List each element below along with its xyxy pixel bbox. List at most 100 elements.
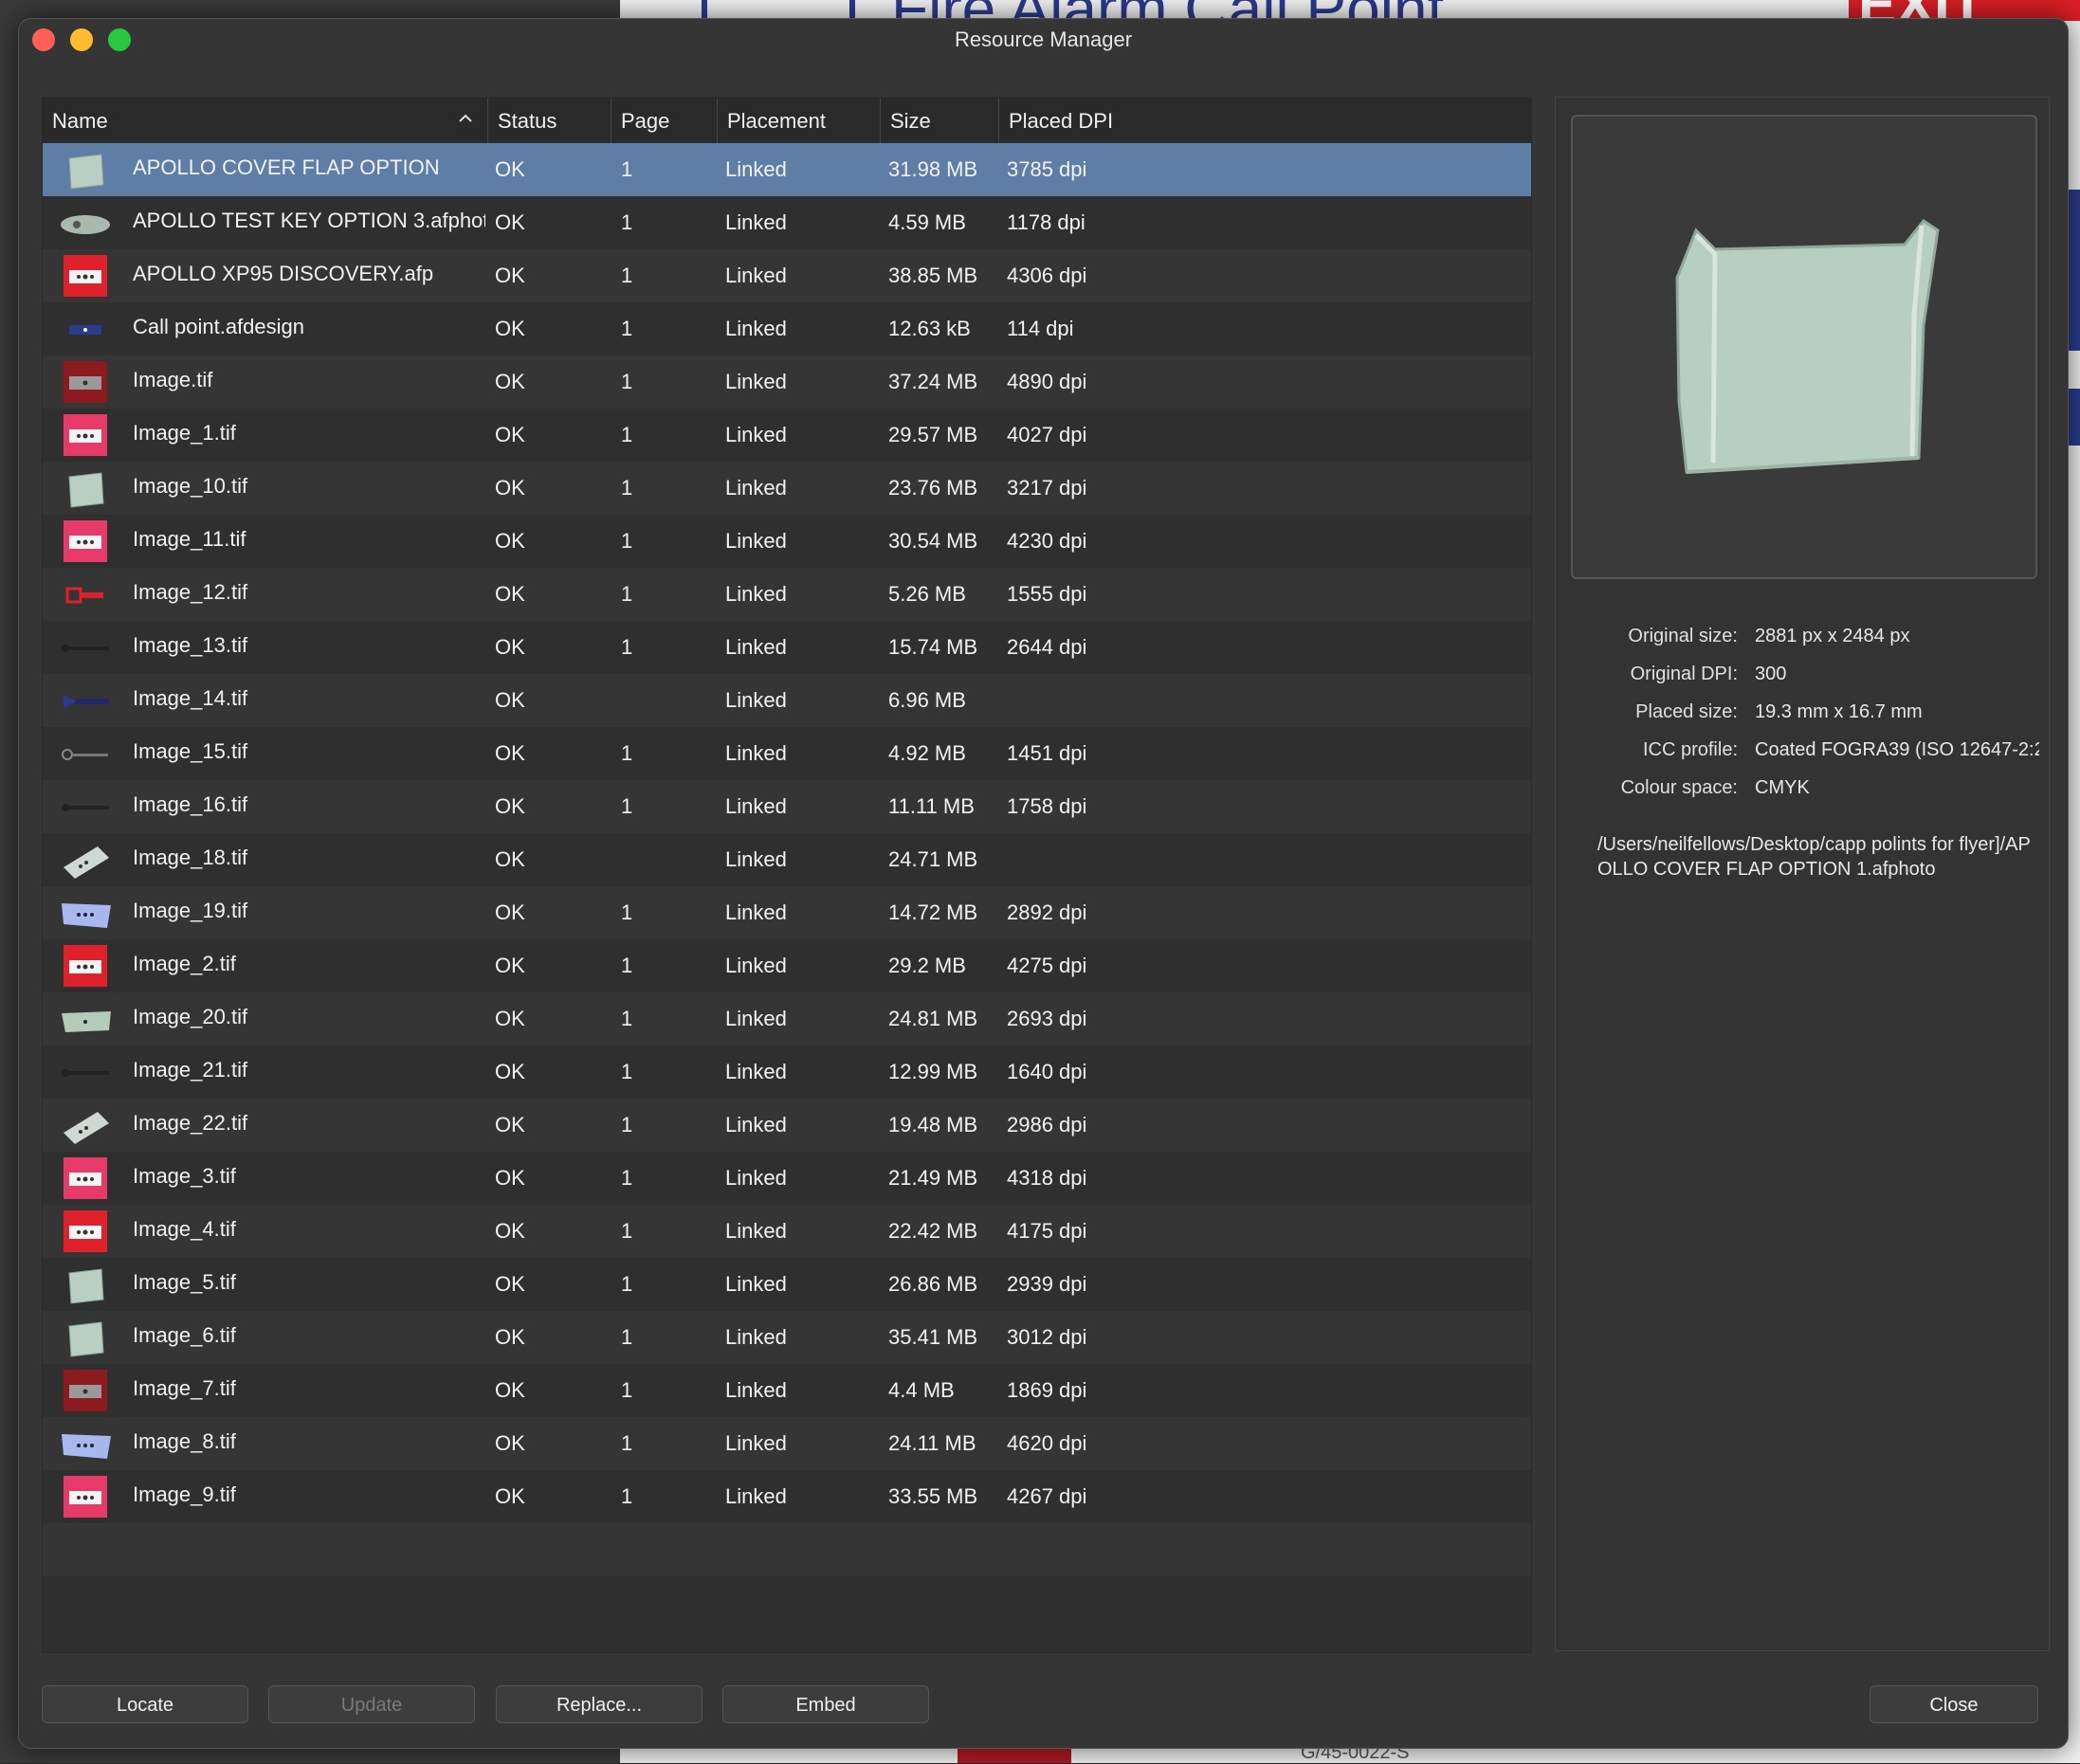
cell-placement: Linked [725, 370, 787, 393]
table-row[interactable]: APOLLO XP95 DISCOVERY.afp OK 1 Linked 38.85 … [43, 249, 1531, 302]
cell-status: OK [495, 370, 525, 393]
cell-size: 38.85 MB [888, 264, 978, 287]
colour-space-value: CMYK [1755, 777, 1810, 798]
cell-placed-dpi: 4267 dpi [1007, 1484, 1087, 1508]
column-header-placement[interactable]: Placement [718, 98, 881, 143]
preview-panel: Original size: 2881 px x 2484 px Origina… [1555, 97, 2050, 1651]
column-header-status[interactable]: Status [488, 98, 611, 143]
cell-size: 37.24 MB [888, 370, 978, 393]
column-header-name[interactable]: Name [43, 98, 488, 143]
cell-name: Image_16.tif [133, 792, 248, 816]
table-row[interactable]: APOLLO TEST KEY OPTION 3.afphoto OK 1 Linke… [43, 196, 1531, 249]
cell-placed-dpi: 2644 dpi [1007, 635, 1087, 659]
cell-placed-dpi: 1758 dpi [1007, 794, 1087, 818]
replace-button[interactable]: Replace... [496, 1685, 702, 1723]
cell-placed-dpi [1007, 833, 1196, 886]
cell-placement: Linked [725, 954, 787, 977]
locate-button[interactable]: Locate [42, 1685, 248, 1723]
background-blue-strip [2067, 389, 2080, 446]
cell-size: 29.2 MB [888, 954, 966, 977]
cell-placed-dpi: 3012 dpi [1007, 1325, 1087, 1349]
cell-size: 5.26 MB [888, 582, 966, 606]
red-thumbnail-icon [64, 1210, 107, 1252]
table-row[interactable]: Call point.afdesign OK 1 Linked 12.63 kB 114 … [43, 302, 1531, 355]
cell-status: OK [495, 1272, 525, 1296]
table-row[interactable]: APOLLO COVER FLAP OPTION OK 1 Linked 31.98 M… [43, 143, 1531, 196]
table-row[interactable]: Image_5.tif OK 1 Linked 26.86 MB 2939 dpi [43, 1258, 1531, 1311]
cell-placed-dpi: 4230 dpi [1007, 529, 1087, 553]
table-row[interactable]: Image_12.tif OK 1 Linked 5.26 MB 1555 dpi [43, 568, 1531, 621]
table-row[interactable]: Image_9.tif OK 1 Linked 33.55 MB 4267 dpi [43, 1470, 1531, 1523]
table-row[interactable]: Image_7.tif OK 1 Linked 4.4 MB 1869 dpi [43, 1364, 1531, 1417]
cell-placed-dpi: 4620 dpi [1007, 1431, 1087, 1455]
table-row[interactable]: Image_20.tif OK 1 Linked 24.81 MB 2693 dpi [43, 992, 1531, 1046]
table-row[interactable]: Image_3.tif OK 1 Linked 21.49 MB 4318 dpi [43, 1152, 1531, 1205]
cell-name: Image.tif [133, 368, 213, 391]
icc-profile-label: ICC profile: [1642, 739, 1738, 760]
cell-page: 1 [621, 582, 633, 606]
table-row[interactable]: Image_6.tif OK 1 Linked 35.41 MB 3012 dpi [43, 1311, 1531, 1364]
cell-placement: Linked [725, 1431, 787, 1455]
greykey-thumbnail-icon [62, 749, 108, 760]
table-row[interactable]: Image_22.tif OK 1 Linked 19.48 MB 2986 dpi [43, 1099, 1531, 1152]
cell-name: Image_6.tif [133, 1323, 236, 1347]
cell-size: 35.41 MB [888, 1325, 978, 1349]
embed-button[interactable]: Embed [722, 1685, 929, 1723]
table-row[interactable]: Image_8.tif OK 1 Linked 24.11 MB 4620 dpi [43, 1417, 1531, 1470]
cell-status: OK [495, 264, 525, 287]
cell-page: 1 [621, 423, 633, 446]
update-button[interactable]: Update [268, 1685, 475, 1723]
table-row[interactable]: Image_18.tif OK Linked 24.71 MB [43, 833, 1531, 886]
cell-placement: Linked [725, 1060, 787, 1083]
cell-page: 1 [621, 1166, 633, 1190]
column-header-placed-dpi[interactable]: Placed DPI [999, 98, 1530, 143]
cell-status: OK [495, 476, 525, 500]
cell-placed-dpi: 4318 dpi [1007, 1166, 1087, 1190]
darkkey-thumbnail-icon [62, 804, 109, 811]
icc-profile-value: Coated FOGRA39 (ISO 12647-2:2004) [1755, 739, 2039, 760]
sort-ascending-icon [459, 114, 472, 122]
table-row[interactable]: Image_19.tif OK 1 Linked 14.72 MB 2892 dpi [43, 886, 1531, 939]
close-button[interactable]: Close [1870, 1685, 2038, 1723]
cell-size: 12.99 MB [888, 1060, 978, 1083]
table-row[interactable]: Image_14.tif OK Linked 6.96 MB [43, 674, 1531, 727]
darkkey-thumbnail-icon [62, 1069, 109, 1077]
key-thumbnail-icon [61, 215, 110, 234]
cell-name: Image_22.tif [133, 1111, 248, 1135]
table-row[interactable]: Image_4.tif OK 1 Linked 22.42 MB 4175 dpi [43, 1205, 1531, 1258]
cell-placed-dpi: 4890 dpi [1007, 370, 1087, 393]
pink-thumbnail-icon [64, 414, 107, 456]
cell-placement: Linked [725, 1007, 787, 1030]
cell-page: 1 [621, 1431, 633, 1455]
cell-size: 19.48 MB [888, 1113, 978, 1137]
cell-status: OK [495, 1431, 525, 1455]
table-row[interactable]: Image_15.tif OK 1 Linked 4.92 MB 1451 dpi [43, 727, 1531, 780]
table-row[interactable]: Image_1.tif OK 1 Linked 29.57 MB 4027 dpi [43, 409, 1531, 462]
column-header-page[interactable]: Page [611, 98, 718, 143]
original-size-label: Original size: [1628, 626, 1738, 646]
cell-placement: Linked [725, 1484, 787, 1508]
cell-placed-dpi: 4027 dpi [1007, 423, 1087, 446]
table-row[interactable]: Image_13.tif OK 1 Linked 15.74 MB 2644 dpi [43, 621, 1531, 674]
cell-page: 1 [621, 635, 633, 659]
column-header-size[interactable]: Size [881, 98, 999, 143]
table-row[interactable]: Image_10.tif OK 1 Linked 23.76 MB 3217 dpi [43, 462, 1531, 515]
cell-name: Image_18.tif [133, 846, 248, 869]
table-row[interactable]: Image_2.tif OK 1 Linked 29.2 MB 4275 dpi [43, 939, 1531, 992]
cell-name: Image_19.tif [133, 899, 248, 922]
table-row[interactable]: Image_21.tif OK 1 Linked 12.99 MB 1640 dpi [43, 1046, 1531, 1099]
cell-placement: Linked [725, 157, 787, 181]
cell-status: OK [495, 1113, 525, 1137]
cell-status: OK [495, 529, 525, 553]
cell-placed-dpi: 114 dpi [1007, 317, 1074, 340]
cell-name: Image_5.tif [133, 1270, 236, 1294]
table-row[interactable]: Image_11.tif OK 1 Linked 30.54 MB 4230 dpi [43, 515, 1531, 568]
cell-size: 22.42 MB [888, 1219, 978, 1243]
table-row[interactable]: Image.tif OK 1 Linked 37.24 MB 4890 dpi [43, 355, 1531, 409]
cell-name: Image_1.tif [133, 421, 236, 445]
table-row[interactable]: Image_16.tif OK 1 Linked 11.11 MB 1758 dpi [43, 780, 1531, 833]
greencard-thumbnail-icon [62, 1011, 111, 1032]
bluekey-thumbnail-icon [64, 695, 109, 708]
cell-name: APOLLO COVER FLAP OPTION [133, 155, 440, 179]
placed-size-label: Placed size: [1635, 701, 1738, 722]
